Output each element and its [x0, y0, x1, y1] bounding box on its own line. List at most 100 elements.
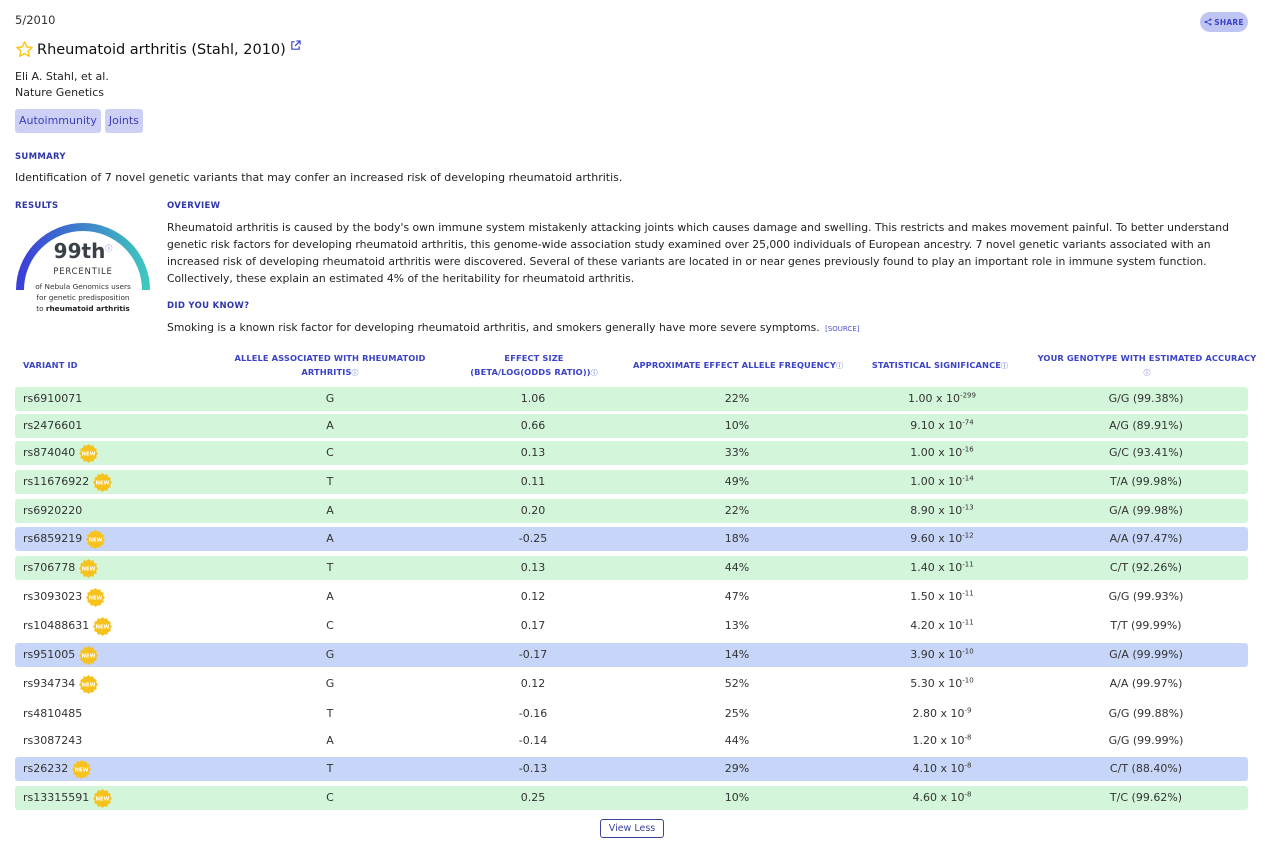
table-row: rs874040 NEW C 0.13 33% 1.00 x 10-16 G/C (93.4… — [15, 441, 1248, 465]
variant-id: rs2476601 — [23, 419, 83, 432]
variant-id: rs6859219 — [23, 532, 83, 545]
frequency-cell: 47% — [724, 590, 750, 603]
significance-info-icon[interactable]: ⓘ — [1001, 362, 1008, 370]
frequency-info-icon[interactable]: ⓘ — [836, 362, 843, 370]
frequency-cell: 22% — [724, 504, 750, 517]
genotype-cell: A/A (97.47%) — [1109, 532, 1183, 545]
percentile-description: of Nebula Genomics users for genetic pre… — [15, 281, 151, 314]
did-you-know-text: Smoking is a known risk factor for devel… — [167, 321, 859, 334]
header-frequency: APPROXIMATE EFFECT ALLELE FREQUENCYⓘ — [628, 358, 848, 373]
new-badge-label: NEW — [82, 653, 96, 659]
significance-base: 1.00 x 10 — [910, 446, 963, 459]
frequency-cell: 49% — [724, 475, 750, 488]
effect-size-cell: -0.14 — [518, 734, 548, 747]
genotype-cell: G/G (99.38%) — [1108, 392, 1184, 405]
header-allele-line1: ALLELE ASSOCIATED WITH RHEUMATOID — [234, 353, 426, 363]
variant-id-cell: rs6859219 NEW — [23, 527, 106, 551]
new-badge-label: NEW — [82, 451, 96, 457]
effect-size-cell: 0.13 — [520, 561, 546, 574]
effect-size-cell: 0.13 — [520, 446, 546, 459]
new-badge-label: NEW — [82, 566, 96, 572]
variant-id: rs951005 — [23, 648, 76, 661]
effect-size-cell: 0.12 — [520, 590, 546, 603]
table-row: rs3093023 NEW A 0.12 47% 1.50 x 10-11 G/G (99.… — [15, 585, 1248, 609]
genotype-cell: T/T (99.99%) — [1110, 619, 1182, 632]
significance-cell: 4.10 x 10-8 — [913, 757, 972, 781]
tag-autoimmunity[interactable]: Autoimmunity — [15, 109, 101, 133]
genotype-cell: T/C (99.62%) — [1109, 791, 1183, 804]
did-you-know-body: Smoking is a known risk factor for devel… — [167, 321, 820, 334]
allele-cell: C — [326, 619, 334, 632]
genotype-cell: A/G (89.91%) — [1109, 419, 1183, 432]
source-link[interactable]: [SOURCE] — [825, 325, 859, 333]
journal: Nature Genetics — [15, 86, 104, 99]
significance-exponent: -299 — [960, 391, 976, 400]
tag-joints[interactable]: Joints — [104, 109, 143, 133]
variant-id: rs874040 — [23, 446, 76, 459]
percentile-info-icon[interactable]: ⓘ — [105, 244, 112, 252]
variant-id-cell: rs13315591 NEW — [23, 786, 113, 810]
table-row: rs6910071 G 1.06 22% 1.00 x 10-299 G/G (99.38… — [15, 387, 1248, 411]
variant-id-cell: rs11676922 NEW — [23, 470, 113, 494]
table-row: rs13315591 NEW C 0.25 10% 4.60 x 10-8 T/C (99.… — [15, 786, 1248, 810]
new-badge-label: NEW — [89, 537, 103, 543]
header-effect-line2: (BETA/LOG(ODDS RATIO)) — [470, 367, 591, 377]
effect-info-icon[interactable]: ⓘ — [591, 369, 598, 377]
new-badge-icon: NEW — [93, 616, 113, 636]
allele-cell: A — [326, 590, 334, 603]
percentile-desc-prefix: to — [36, 304, 44, 313]
table-row: rs934734 NEW G 0.12 52% 5.30 x 10-10 A/A (99.9… — [15, 672, 1248, 696]
title-row: Rheumatoid arthritis (Stahl, 2010) — [15, 40, 301, 59]
genotype-cell: G/G (99.99%) — [1108, 734, 1184, 747]
significance-exponent: -12 — [962, 531, 974, 540]
header-allele: ALLELE ASSOCIATED WITH RHEUMATOID ARTHRI… — [200, 351, 460, 380]
new-badge-icon: NEW — [79, 674, 99, 694]
genotype-cell: G/C (93.41%) — [1109, 446, 1183, 459]
significance-base: 8.90 x 10 — [910, 504, 963, 517]
significance-base: 1.20 x 10 — [912, 734, 965, 747]
allele-cell: G — [325, 392, 335, 405]
new-badge-icon: NEW — [79, 558, 99, 578]
external-link-icon[interactable] — [290, 40, 301, 51]
significance-exponent: -11 — [962, 618, 974, 627]
variant-id-cell: rs934734 NEW — [23, 672, 99, 696]
allele-cell: C — [326, 791, 334, 804]
significance-exponent: -11 — [962, 560, 974, 569]
significance-exponent: -14 — [962, 474, 974, 483]
percentile-number: 99th — [53, 239, 106, 263]
publication-date: 5/2010 — [15, 13, 56, 27]
significance-cell: 4.60 x 10-8 — [913, 786, 972, 810]
allele-info-icon[interactable]: ⓘ — [352, 369, 359, 377]
effect-size-cell: 1.06 — [520, 392, 546, 405]
significance-cell: 1.50 x 10-11 — [910, 585, 973, 609]
significance-exponent: -8 — [964, 733, 972, 742]
genotype-cell: G/A (99.99%) — [1109, 648, 1183, 661]
frequency-cell: 33% — [724, 446, 750, 459]
effect-size-cell: -0.17 — [518, 648, 548, 661]
header-effect-size: EFFECT SIZE (BETA/LOG(ODDS RATIO))ⓘ — [434, 351, 634, 380]
percentile-desc-line1: of Nebula Genomics users — [35, 282, 131, 291]
significance-base: 9.60 x 10 — [910, 532, 963, 545]
variant-id: rs706778 — [23, 561, 76, 574]
variant-id: rs3087243 — [23, 734, 83, 747]
variant-id-cell: rs6910071 — [23, 387, 82, 411]
genotype-cell: G/G (99.88%) — [1108, 707, 1184, 720]
frequency-cell: 10% — [724, 419, 750, 432]
share-button[interactable]: SHARE — [1200, 12, 1248, 32]
variant-id: rs6910071 — [23, 392, 83, 405]
significance-base: 2.80 x 10 — [912, 707, 965, 720]
percentile-desc-trait: rheumatoid arthritis — [45, 304, 130, 313]
significance-exponent: -16 — [962, 445, 974, 454]
frequency-cell: 29% — [724, 762, 750, 775]
significance-base: 4.60 x 10 — [912, 791, 965, 804]
favorite-star-icon[interactable] — [15, 40, 34, 59]
significance-cell: 9.10 x 10-74 — [910, 414, 973, 438]
view-less-button[interactable]: View Less — [600, 819, 664, 838]
variant-id-cell: rs3087243 — [23, 729, 82, 753]
genotype-info-icon[interactable]: ⓘ — [1143, 369, 1150, 377]
significance-exponent: -74 — [962, 418, 974, 427]
significance-cell: 4.20 x 10-11 — [910, 614, 973, 638]
percentile-gauge: 99thⓘ PERCENTILE of Nebula Genomics user… — [15, 218, 151, 318]
table-row: rs26232 NEW T -0.13 29% 4.10 x 10-8 C/T (88.40… — [15, 757, 1248, 781]
table-row: rs6920220 A 0.20 22% 8.90 x 10-13 G/A (99.98%… — [15, 499, 1248, 523]
